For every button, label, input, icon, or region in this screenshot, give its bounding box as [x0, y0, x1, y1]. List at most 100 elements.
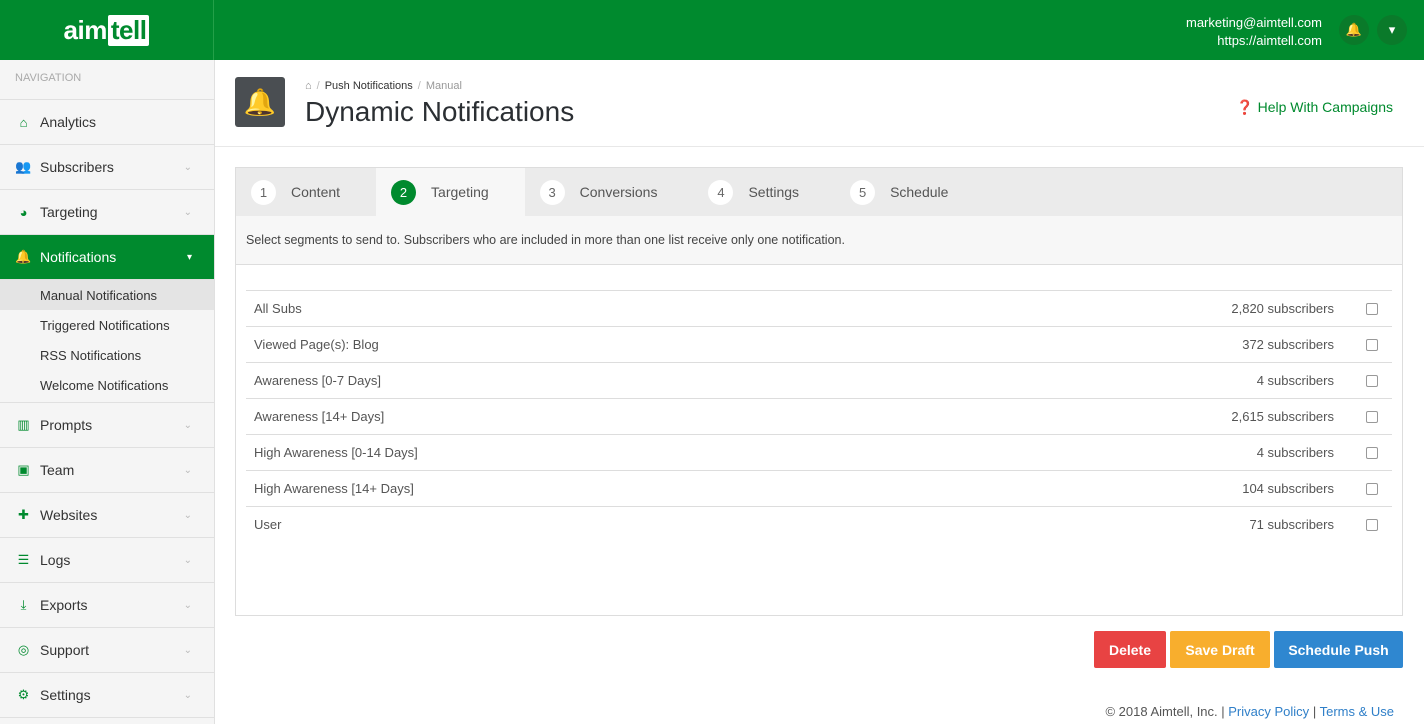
segment-row: High Awareness [0-14 Days]4 subscribers	[246, 434, 1392, 470]
map-icon: ▥	[15, 417, 32, 433]
tab-settings[interactable]: 4 Settings	[693, 168, 835, 216]
segment-count: 372 subscribers	[1242, 337, 1334, 352]
segment-name: User	[254, 517, 1249, 532]
sidebar-item-exports[interactable]: ⤓ Exports ⌄	[0, 583, 214, 628]
notifications-bell-icon[interactable]: 🔔	[1339, 15, 1369, 45]
sidebar-item-label: Targeting	[40, 204, 98, 220]
segment-name: Viewed Page(s): Blog	[254, 337, 1242, 352]
sidebar-subitem[interactable]: Manual Notifications	[0, 280, 214, 310]
tab-label: Conversions	[580, 184, 658, 200]
segment-name: High Awareness [0-14 Days]	[254, 445, 1257, 460]
sidebar-item-websites[interactable]: ✚ Websites ⌄	[0, 493, 214, 538]
sidebar-item-label: Notifications	[40, 249, 116, 265]
page-title: Dynamic Notifications	[305, 96, 574, 128]
delete-button[interactable]: Delete	[1094, 631, 1166, 668]
account-site: https://aimtell.com	[1186, 32, 1322, 50]
sidebar-item-label: Exports	[40, 597, 87, 613]
chevron-down-icon: ⌄	[184, 465, 192, 476]
notifications-submenu: Manual NotificationsTriggered Notificati…	[0, 280, 214, 403]
segment-checkbox[interactable]	[1366, 303, 1378, 315]
tab-label: Settings	[748, 184, 799, 200]
account-dropdown-caret-icon[interactable]: ▾	[1377, 15, 1407, 45]
segment-checkbox[interactable]	[1366, 519, 1378, 531]
chevron-down-icon: ⌄	[184, 600, 192, 611]
tab-schedule[interactable]: 5 Schedule	[835, 168, 984, 216]
breadcrumb: ⌂/Push Notifications/Manual	[305, 80, 462, 92]
pie-chart-icon: ◕	[15, 205, 32, 220]
segment-row: User71 subscribers	[246, 506, 1392, 542]
breadcrumb-current: Manual	[426, 80, 462, 92]
segment-checkbox[interactable]	[1366, 375, 1378, 387]
sidebar-item-label: Prompts	[40, 417, 92, 433]
account-email: marketing@aimtell.com	[1186, 14, 1322, 32]
targeting-description: Select segments to send to. Subscribers …	[236, 216, 1402, 265]
chevron-down-icon: ▾	[187, 252, 192, 263]
sidebar-item-label: Analytics	[40, 114, 96, 130]
segment-checkbox[interactable]	[1366, 483, 1378, 495]
step-number: 5	[850, 180, 875, 205]
step-number: 4	[708, 180, 733, 205]
sidebar-item-label: Support	[40, 642, 89, 658]
tab-label: Targeting	[431, 184, 489, 200]
chevron-down-icon: ⌄	[184, 510, 192, 521]
sidebar-item-label: Websites	[40, 507, 97, 523]
segment-row: Awareness [14+ Days]2,615 subscribers	[246, 398, 1392, 434]
segment-row: Awareness [0-7 Days]4 subscribers	[246, 362, 1392, 398]
tab-conversions[interactable]: 3Conversions	[525, 168, 694, 216]
sidebar-item-label: Settings	[40, 687, 91, 703]
terms-link[interactable]: Terms & Use	[1320, 704, 1394, 719]
segment-checkbox[interactable]	[1366, 411, 1378, 423]
sidebar: NAVIGATION ⌂Analytics👥Subscribers⌄ ◕ Targe…	[0, 60, 215, 724]
question-circle-icon: ❓	[1236, 99, 1253, 115]
segment-count: 71 subscribers	[1249, 517, 1334, 532]
segment-count: 4 subscribers	[1257, 373, 1334, 388]
sidebar-subitem[interactable]: Triggered Notifications	[0, 310, 214, 340]
life-ring-icon: ◎	[15, 642, 32, 658]
chevron-down-icon: ⌄	[184, 420, 192, 431]
top-bar: aimtell marketing@aimtell.com https://ai…	[0, 0, 1424, 60]
sidebar-subitem[interactable]: Welcome Notifications	[0, 370, 214, 400]
sidebar-item-label: Logs	[40, 552, 70, 568]
navigation-label: NAVIGATION	[0, 60, 214, 100]
segment-count: 2,615 subscribers	[1231, 409, 1334, 424]
sidebar-item-notifications[interactable]: 🔔 Notifications ▾	[0, 235, 214, 280]
chevron-down-icon: ⌄	[184, 162, 192, 173]
segment-count: 104 subscribers	[1242, 481, 1334, 496]
sidebar-item-logs[interactable]: ☰Logs⌄	[0, 538, 214, 583]
segment-list: All Subs2,820 subscribersViewed Page(s):…	[246, 290, 1392, 542]
segment-name: Awareness [0-7 Days]	[254, 373, 1257, 388]
help-link[interactable]: ❓ Help With Campaigns	[1236, 99, 1393, 116]
download-icon: ⤓	[15, 597, 32, 613]
sidebar-item-label: Team	[40, 462, 74, 478]
sidebar-item-analytics[interactable]: ⌂Analytics	[0, 100, 214, 145]
sidebar-item-settings[interactable]: ⚙Settings⌄	[0, 673, 214, 718]
sidebar-item-team[interactable]: ▣Team⌄	[0, 448, 214, 493]
breadcrumb-push-notifications[interactable]: Push Notifications	[325, 80, 413, 92]
step-number: 1	[251, 180, 276, 205]
sidebar-subitem[interactable]: RSS Notifications	[0, 340, 214, 370]
segment-count: 2,820 subscribers	[1231, 301, 1334, 316]
segment-checkbox[interactable]	[1366, 447, 1378, 459]
wizard-tabs: 1Content2Targeting3Conversions 4 Settings 5…	[236, 168, 1402, 216]
sidebar-item-support[interactable]: ◎Support⌄	[0, 628, 214, 673]
chevron-down-icon: ⌄	[184, 690, 192, 701]
segment-name: Awareness [14+ Days]	[254, 409, 1231, 424]
bell-icon: 🔔	[235, 77, 285, 127]
home-icon[interactable]: ⌂	[305, 80, 312, 92]
sidebar-item-targeting[interactable]: ◕Targeting⌄	[0, 190, 214, 235]
aimtell-logo[interactable]: aimtell	[0, 0, 214, 60]
bell-icon: 🔔	[15, 249, 32, 265]
list-icon: ☰	[15, 552, 32, 568]
schedule-push-button[interactable]: Schedule Push	[1274, 631, 1403, 668]
sidebar-item-prompts[interactable]: ▥ Prompts ⌄	[0, 403, 214, 448]
privacy-policy-link[interactable]: Privacy Policy	[1228, 704, 1309, 719]
segment-count: 4 subscribers	[1257, 445, 1334, 460]
segment-checkbox[interactable]	[1366, 339, 1378, 351]
tab-label: Schedule	[890, 184, 948, 200]
sidebar-item-subscribers[interactable]: 👥Subscribers⌄	[0, 145, 214, 190]
tab-targeting[interactable]: 2Targeting	[376, 168, 525, 216]
puzzle-icon: ✚	[15, 507, 32, 523]
segment-name: High Awareness [14+ Days]	[254, 481, 1242, 496]
save-draft-button[interactable]: Save Draft	[1170, 631, 1270, 668]
tab-content[interactable]: 1Content	[236, 168, 376, 216]
